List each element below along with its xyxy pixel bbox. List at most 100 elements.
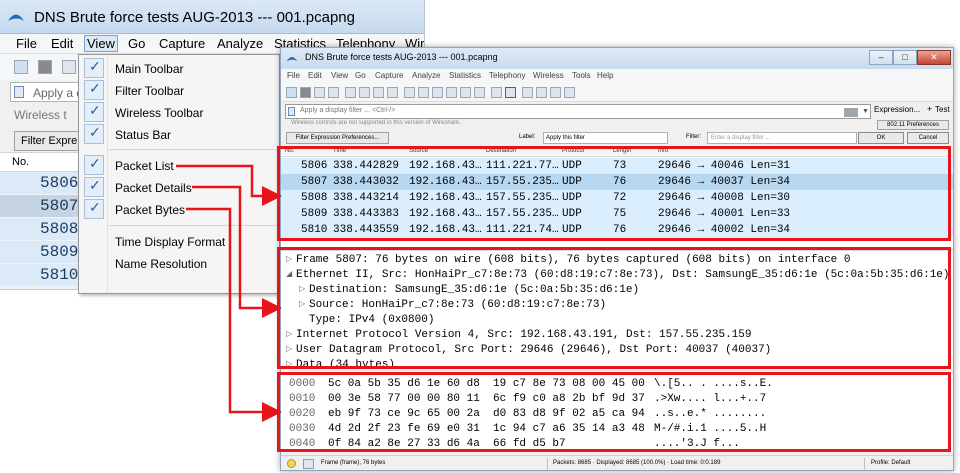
label-field[interactable]: Apply this filter — [543, 132, 668, 144]
apply-filter-arrow-icon[interactable] — [844, 108, 858, 117]
fg-menu-file[interactable]: File — [287, 71, 300, 80]
filter-field[interactable]: Enter a display filter ... — [707, 132, 857, 144]
wireshark-fin-icon — [286, 57, 298, 62]
fg-menu-help[interactable]: Help — [597, 71, 613, 80]
bg-filter-placeholder: Apply a d — [33, 86, 84, 100]
menu-separator — [109, 149, 277, 150]
menu-item-name-resolution[interactable]: Name Resolution — [79, 253, 279, 275]
start-capture-icon[interactable] — [286, 87, 297, 98]
find-packet-icon[interactable] — [404, 87, 415, 98]
status-profile[interactable]: Profile: Default — [871, 460, 910, 466]
bookmark-icon[interactable] — [288, 107, 295, 116]
fg-menu-go[interactable]: Go — [355, 71, 366, 80]
menu-item-label: Packet List — [115, 159, 174, 173]
expression-button[interactable]: Expression... — [874, 105, 920, 114]
bg-column-no[interactable]: No. — [12, 156, 29, 168]
go-forward-icon[interactable] — [432, 87, 443, 98]
menu-item-label: Wireless Toolbar — [115, 106, 204, 120]
fg-menu-capture[interactable]: Capture — [375, 71, 403, 80]
packet-number: 5808 — [40, 220, 79, 238]
restart-capture-icon[interactable] — [62, 60, 76, 74]
stop-capture-icon[interactable] — [38, 60, 52, 74]
fg-menu-view[interactable]: View — [331, 71, 348, 80]
fg-menu-edit[interactable]: Edit — [308, 71, 322, 80]
last-packet-icon[interactable] — [474, 87, 485, 98]
menu-item-status-bar[interactable]: ✓ Status Bar — [79, 124, 279, 146]
fg-menu-statistics[interactable]: Statistics — [449, 71, 481, 80]
minimize-button[interactable]: – — [869, 50, 893, 65]
checkmark-icon: ✓ — [84, 155, 104, 175]
bg-menu-edit[interactable]: Edit — [51, 36, 73, 51]
normal-size-icon[interactable] — [550, 87, 561, 98]
highlight-packet-details — [277, 247, 951, 369]
chevron-down-icon[interactable]: ▼ — [862, 108, 869, 115]
display-filter-input[interactable]: Apply a display filter ... <Ctrl-/> ▼ — [285, 104, 871, 119]
fg-menu-tools[interactable]: Tools — [572, 71, 591, 80]
wireless-notice: Wireless controls are not supported in t… — [291, 120, 461, 126]
checkmark-icon: ✓ — [84, 80, 104, 100]
wireless-toolbar: Wireless controls are not supported in t… — [281, 120, 953, 130]
colorize-icon[interactable] — [505, 87, 516, 98]
checkmark-icon: ✓ — [84, 124, 104, 144]
menu-item-time-display-format[interactable]: Time Display Format — [79, 231, 279, 253]
menu-item-wireless-toolbar[interactable]: ✓ Wireless Toolbar — [79, 102, 279, 124]
ok-button[interactable]: OK — [858, 132, 904, 144]
status-separator — [864, 458, 865, 470]
menu-item-label: Time Display Format — [115, 235, 226, 249]
go-to-packet-icon[interactable] — [446, 87, 457, 98]
bg-menu-file[interactable]: File — [16, 36, 37, 51]
fg-title-bar: DNS Brute force tests AUG-2013 --- 001.p… — [281, 48, 953, 69]
bg-menu-capture[interactable]: Capture — [159, 36, 205, 51]
open-file-icon[interactable] — [345, 87, 356, 98]
start-capture-icon[interactable] — [14, 60, 28, 74]
packet-number: 5807 — [40, 197, 79, 215]
menu-item-packet-list[interactable]: ✓ Packet List — [79, 155, 279, 177]
go-back-icon[interactable] — [418, 87, 429, 98]
reload-file-icon[interactable] — [387, 87, 398, 98]
filter-button-test[interactable]: Test — [935, 105, 950, 114]
bookmark-icon[interactable] — [14, 86, 24, 98]
status-bar: Frame (frame), 76 bytes Packets: 8685 · … — [281, 455, 953, 470]
bg-menu-view[interactable]: View — [84, 35, 118, 52]
capture-comment-icon[interactable] — [303, 459, 314, 469]
status-packets: Packets: 8685 · Displayed: 8685 (100.0%)… — [553, 460, 721, 466]
bg-menu-go[interactable]: Go — [128, 36, 145, 51]
expert-info-icon[interactable] — [287, 459, 296, 468]
first-packet-icon[interactable] — [460, 87, 471, 98]
menu-item-label: Name Resolution — [115, 257, 208, 271]
filter-caption: Filter: — [686, 134, 701, 140]
fg-window-title: DNS Brute force tests AUG-2013 --- 001.p… — [305, 52, 498, 62]
filter-expression-preferences-button[interactable]: Filter Expression Preferences... — [286, 132, 389, 144]
restart-capture-icon[interactable] — [314, 87, 325, 98]
bg-wireless-notice: Wireless t — [14, 108, 67, 122]
fg-filter-toolbar: Apply a display filter ... <Ctrl-/> ▼ Ex… — [281, 102, 953, 120]
fg-menu-analyze[interactable]: Analyze — [412, 71, 440, 80]
stop-capture-icon[interactable] — [300, 87, 311, 98]
wireshark-fin-icon — [8, 14, 24, 21]
maximize-button[interactable]: □ — [893, 50, 917, 65]
zoom-in-icon[interactable] — [522, 87, 533, 98]
save-file-icon[interactable] — [359, 87, 370, 98]
bg-filter-expression-button[interactable]: Filter Expre — [14, 131, 84, 151]
80211-preferences-button[interactable]: 802.11 Preferences — [877, 120, 949, 130]
autoscroll-icon[interactable] — [491, 87, 502, 98]
bg-title-bar: DNS Brute force tests AUG-2013 --- 001.p… — [0, 0, 424, 34]
menu-item-packet-bytes[interactable]: ✓ Packet Bytes — [79, 199, 279, 221]
cancel-button[interactable]: Cancel — [907, 132, 949, 144]
capture-options-icon[interactable] — [328, 87, 339, 98]
menu-item-packet-details[interactable]: ✓ Packet Details — [79, 177, 279, 199]
zoom-out-icon[interactable] — [536, 87, 547, 98]
filter-expression-bar: Filter Expression Preferences... Label: … — [281, 131, 953, 146]
fg-menu-wireless[interactable]: Wireless — [533, 71, 564, 80]
menu-item-filter-toolbar[interactable]: ✓ Filter Toolbar — [79, 80, 279, 102]
resize-columns-icon[interactable] — [564, 87, 575, 98]
fg-menu-telephony[interactable]: Telephony — [489, 71, 525, 80]
menu-item-label: Packet Bytes — [115, 203, 186, 217]
close-file-icon[interactable] — [373, 87, 384, 98]
checkmark-icon: ✓ — [84, 177, 104, 197]
menu-item-main-toolbar[interactable]: ✓ Main Toolbar — [79, 58, 279, 80]
checkmark-icon: ✓ — [84, 58, 104, 78]
add-filter-button-icon[interactable]: + — [927, 104, 932, 114]
close-button[interactable]: ✕ — [917, 50, 951, 65]
bg-menu-analyze[interactable]: Analyze — [217, 36, 263, 51]
